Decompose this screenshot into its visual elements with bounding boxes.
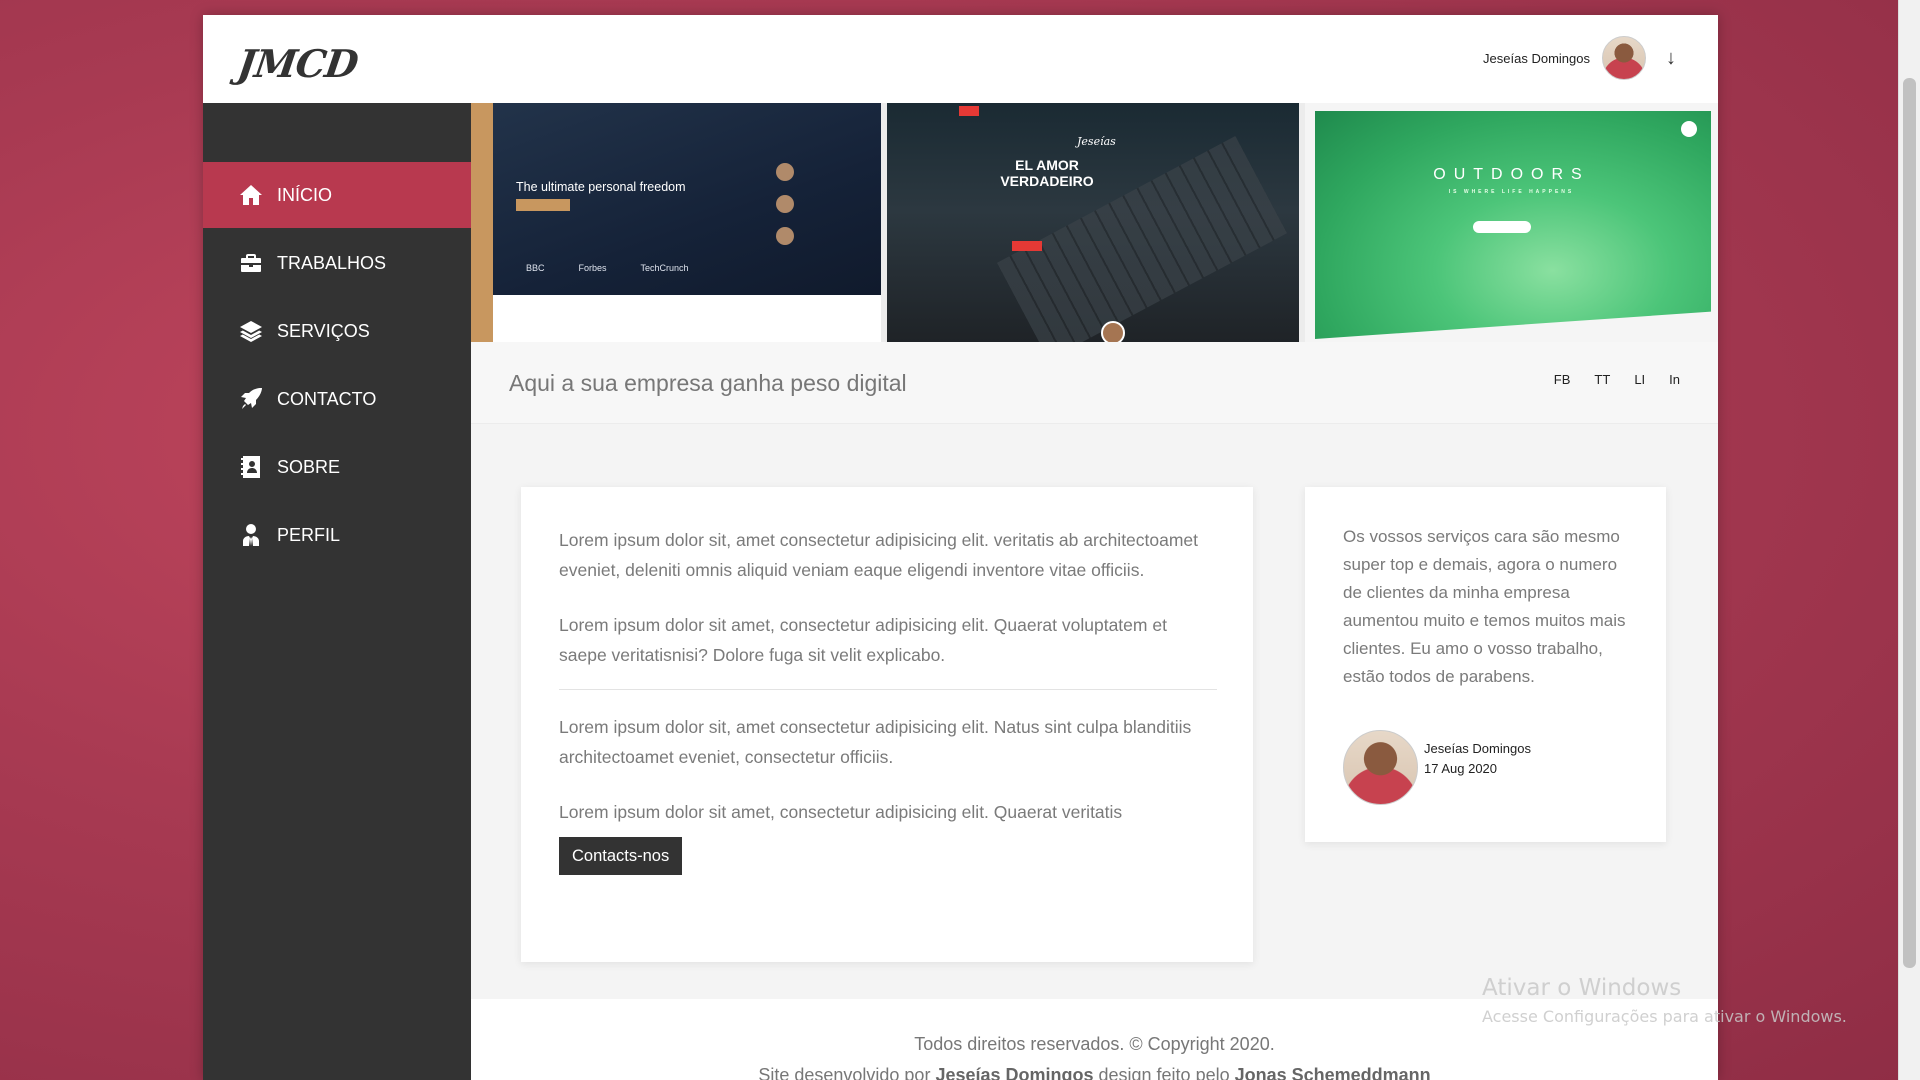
testimonial-quote: Os vossos serviços cara são mesmo super … bbox=[1343, 527, 1626, 686]
portfolio-thumbnail[interactable]: Jeseías EL AMOR VERDADEIRO bbox=[887, 103, 1299, 342]
thumbnail-subtitle: IS WHERE LIFE HAPPENS bbox=[1448, 189, 1575, 195]
sidebar: INÍCIO TRABALHOS SERVIÇOS CONTACTO SOBRE… bbox=[203, 103, 471, 1080]
sidebar-item-label: PERFIL bbox=[277, 524, 341, 545]
thumbnail-button bbox=[1473, 221, 1531, 233]
user-tie-icon bbox=[243, 524, 259, 546]
designer-name: Jonas Schemeddmann bbox=[1234, 1065, 1431, 1080]
sidebar-item-label: TRABALHOS bbox=[277, 252, 387, 273]
thumbnail-title: EL AMOR VERDADEIRO bbox=[1000, 157, 1094, 189]
thumbnail-brands: BBC Forbes TechCrunch bbox=[526, 263, 689, 273]
sidebar-item-perfil[interactable]: PERFIL bbox=[203, 502, 471, 568]
author-name: Jeseías Domingos bbox=[1424, 741, 1531, 756]
rocket-icon bbox=[241, 387, 262, 409]
portfolio-banner: The ultimate personal freedom BBC Forbes… bbox=[471, 103, 1718, 342]
page-frame: JMCD Jeseías Domingos ↓ INÍCIO TRABALHOS… bbox=[203, 15, 1718, 1080]
sidebar-item-label: CONTACTO bbox=[277, 388, 377, 409]
thumbnail-headline: The ultimate personal freedom bbox=[516, 180, 686, 194]
sidebar-item-inicio[interactable]: INÍCIO bbox=[203, 162, 471, 228]
thumbnail-menu-icon bbox=[1681, 121, 1697, 137]
user-menu[interactable]: Jeseías Domingos ↓ bbox=[1483, 35, 1676, 81]
watermark-title: Ativar o Windows bbox=[1482, 975, 1682, 1001]
testimonial-author: Jeseías Domingos 17 Aug 2020 bbox=[1343, 730, 1531, 805]
sidebar-item-label: INÍCIO bbox=[277, 184, 333, 205]
testimonial-card: Os vossos serviços cara são mesmo super … bbox=[1305, 487, 1666, 842]
author-avatar bbox=[1343, 730, 1418, 805]
top-bar: JMCD Jeseías Domingos ↓ bbox=[203, 15, 1718, 103]
layers-icon bbox=[240, 321, 262, 342]
sidebar-item-label: SERVIÇOS bbox=[277, 320, 370, 341]
divider bbox=[559, 689, 1217, 690]
user-name[interactable]: Jeseías Domingos bbox=[1483, 51, 1590, 66]
brand-logo: BBC bbox=[526, 263, 545, 273]
sidebar-item-sobre[interactable]: SOBRE bbox=[203, 434, 471, 500]
author-meta: Jeseías Domingos 17 Aug 2020 bbox=[1424, 730, 1531, 805]
sidebar-item-contacto[interactable]: CONTACTO bbox=[203, 366, 471, 432]
portfolio-thumbnail[interactable]: OUTDOORS IS WHERE LIFE HAPPENS bbox=[1305, 103, 1718, 342]
user-avatar[interactable] bbox=[1602, 36, 1646, 80]
brand-logo: TechCrunch bbox=[640, 263, 689, 273]
thumbnail-title: OUTDOORS bbox=[1433, 166, 1590, 183]
thumbnail-avatar bbox=[1101, 321, 1125, 342]
brand-logo: Forbes bbox=[578, 263, 607, 273]
page-scrollbar[interactable] bbox=[1898, 0, 1920, 1080]
briefcase-icon bbox=[241, 254, 261, 272]
thumbnail-button bbox=[1012, 241, 1042, 251]
contact-button[interactable]: Contacts-nos bbox=[559, 837, 683, 875]
credits-middle: design feito pelo bbox=[1093, 1065, 1235, 1080]
portfolio-thumbnail[interactable]: The ultimate personal freedom BBC Forbes… bbox=[471, 103, 881, 342]
social-link-fb[interactable]: FB bbox=[1554, 372, 1571, 387]
thumbnail-menu bbox=[959, 106, 979, 116]
tagline-strap: Aqui a sua empresa ganha peso digital FB… bbox=[471, 342, 1718, 424]
paragraph: Lorem ipsum dolor sit, amet consectetur … bbox=[559, 530, 1199, 580]
contact-book-icon bbox=[241, 456, 260, 478]
thumbnail-people bbox=[776, 163, 794, 259]
sidebar-item-label: SOBRE bbox=[277, 456, 341, 477]
logo[interactable]: JMCD bbox=[235, 41, 361, 86]
developer-name: Jeseías Domingos bbox=[935, 1065, 1094, 1080]
home-icon bbox=[240, 185, 262, 205]
tagline: Aqui a sua empresa ganha peso digital bbox=[509, 370, 907, 396]
thumbnail-button bbox=[516, 199, 570, 211]
social-link-in[interactable]: In bbox=[1669, 372, 1680, 387]
watermark-subtitle: Acesse Configurações para ativar o Windo… bbox=[1482, 1007, 1847, 1026]
credits-prefix: Site desenvolvido por bbox=[758, 1065, 936, 1080]
scrollbar-thumb[interactable] bbox=[1903, 78, 1916, 968]
paragraph: Lorem ipsum dolor sit amet, consectetur … bbox=[559, 615, 1167, 665]
testimonial-date: 17 Aug 2020 bbox=[1424, 761, 1498, 776]
arrow-down-icon[interactable]: ↓ bbox=[1666, 47, 1676, 70]
social-link-tt[interactable]: TT bbox=[1594, 372, 1610, 387]
content-card: Lorem ipsum dolor sit, amet consectetur … bbox=[521, 487, 1253, 962]
windows-activation-watermark: Ativar o Windows Acesse Configurações pa… bbox=[1482, 975, 1847, 1026]
sidebar-item-trabalhos[interactable]: TRABALHOS bbox=[203, 230, 471, 296]
social-link-li[interactable]: LI bbox=[1634, 372, 1645, 387]
thumbnail-brand: Jeseías bbox=[1077, 135, 1116, 148]
thumbnail-stripe bbox=[471, 103, 493, 342]
social-links: FB TT LI In bbox=[1554, 372, 1680, 387]
main-content: The ultimate personal freedom BBC Forbes… bbox=[471, 103, 1718, 1080]
sidebar-item-servicos[interactable]: SERVIÇOS bbox=[203, 298, 471, 364]
copyright: Todos direitos reservados. © Copyright 2… bbox=[914, 1034, 1275, 1054]
credits: Site desenvolvido por Jeseías Domingos d… bbox=[471, 1060, 1718, 1080]
paragraph: Lorem ipsum dolor sit, amet consectetur … bbox=[559, 717, 1192, 767]
paragraph: Lorem ipsum dolor sit amet, consectetur … bbox=[559, 802, 1123, 822]
